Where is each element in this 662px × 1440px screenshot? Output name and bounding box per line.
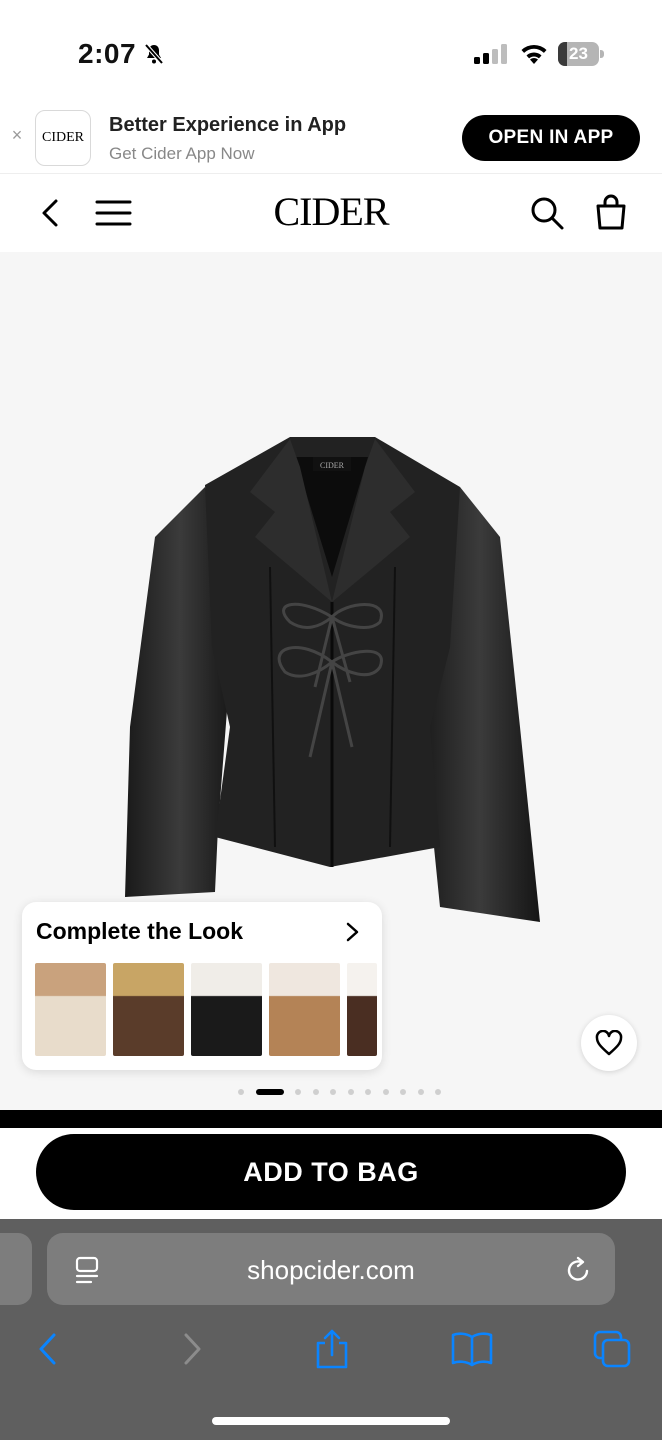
previous-tab-preview[interactable] (0, 1233, 32, 1305)
pagination-dot[interactable] (347, 1089, 354, 1095)
address-bar[interactable]: shopcider.com (47, 1233, 615, 1305)
banner-title: Better Experience in App (109, 114, 347, 136)
complete-the-look-thumbnails (35, 963, 382, 1056)
cellular-signal-icon (474, 44, 507, 64)
back-icon[interactable] (34, 1329, 62, 1369)
look-item-black-knee-boots[interactable] (191, 963, 262, 1056)
look-item-brown-loafer[interactable] (347, 963, 377, 1056)
forward-icon[interactable] (178, 1329, 206, 1369)
pagination-dot[interactable] (295, 1089, 301, 1095)
wifi-icon (521, 44, 547, 64)
divider-strip (0, 1110, 662, 1128)
pagination-dot[interactable] (435, 1089, 441, 1095)
tabs-icon[interactable] (592, 1329, 632, 1369)
complete-the-look-card[interactable]: Complete the Look (22, 902, 382, 1070)
status-time: 2:07 (78, 38, 137, 69)
complete-the-look-title: Complete the Look (36, 918, 244, 944)
shopping-bag-icon[interactable] (592, 192, 630, 232)
url-text[interactable]: shopcider.com (47, 1255, 615, 1286)
pagination-dot[interactable] (382, 1089, 389, 1095)
pagination-dot[interactable] (255, 1089, 284, 1095)
look-item-beige-snow-boots[interactable] (35, 963, 106, 1056)
look-item-tan-tall-boots[interactable] (269, 963, 340, 1056)
pagination-dot[interactable] (330, 1089, 336, 1095)
heart-icon (595, 1030, 623, 1056)
cider-logo[interactable]: CIDER (231, 188, 431, 235)
add-to-bag-button[interactable]: ADD TO BAG (36, 1134, 626, 1210)
battery-icon: 23 (558, 42, 604, 66)
banner-subtitle: Get Cider App Now (109, 144, 255, 163)
bookmarks-icon[interactable] (450, 1329, 494, 1369)
add-to-bag-bar: ADD TO BAG (0, 1128, 662, 1220)
banner-close-icon[interactable]: × (8, 126, 26, 144)
hamburger-menu-icon[interactable] (94, 196, 134, 230)
reload-icon[interactable] (565, 1255, 593, 1285)
open-in-app-button[interactable]: OPEN IN APP (462, 115, 640, 161)
pagination-dot[interactable] (365, 1089, 371, 1095)
site-header: CIDER (0, 174, 662, 252)
image-pagination-dots (0, 1088, 662, 1096)
app-download-banner: × CIDER Better Experience in App Get Cid… (0, 100, 662, 174)
share-icon[interactable] (314, 1329, 350, 1369)
pagination-dot[interactable] (238, 1089, 244, 1095)
pagination-dot[interactable] (417, 1089, 424, 1095)
pagination-dot[interactable] (400, 1089, 406, 1095)
black-leather-jacket-image: CIDER (125, 437, 540, 922)
banner-app-logo: CIDER (35, 110, 91, 166)
back-chevron-icon[interactable] (36, 194, 66, 232)
product-image-carousel[interactable]: CIDER Complete the Look (0, 252, 662, 1110)
look-item-brown-fur-boots[interactable] (113, 963, 184, 1056)
pagination-dot[interactable] (312, 1089, 319, 1095)
browser-toolbar: shopcider.com (0, 1219, 662, 1440)
bell-slash-icon (144, 43, 164, 65)
home-indicator (212, 1417, 450, 1425)
battery-percentage: 23 (569, 44, 588, 63)
search-icon[interactable] (528, 194, 566, 232)
status-bar: 2:07 23 (0, 0, 662, 100)
wishlist-button[interactable] (581, 1015, 637, 1071)
chevron-right-icon[interactable] (342, 920, 364, 944)
jacket-label: CIDER (320, 461, 345, 470)
